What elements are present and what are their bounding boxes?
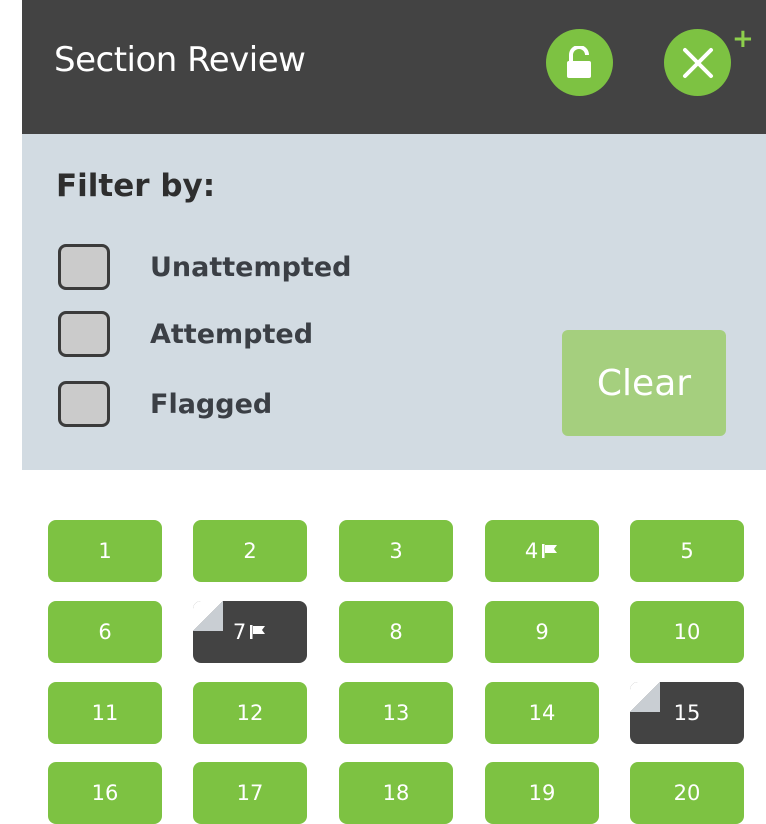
question-number: 10	[673, 620, 701, 644]
filter-unattempted[interactable]: Unattempted	[58, 244, 352, 290]
clear-button[interactable]: Clear	[562, 330, 726, 436]
question-button-1[interactable]: 1	[48, 520, 162, 582]
question-button-13[interactable]: 13	[339, 682, 453, 744]
filter-label-flagged: Flagged	[150, 388, 273, 420]
checkbox-flagged[interactable]	[58, 381, 110, 427]
question-button-11[interactable]: 11	[48, 682, 162, 744]
question-button-12[interactable]: 12	[193, 682, 307, 744]
question-number: 6	[98, 620, 112, 644]
close-icon	[682, 47, 713, 78]
unlock-icon	[566, 45, 591, 78]
panel-header: Section Review +	[22, 0, 766, 134]
filter-title: Filter by:	[56, 168, 216, 204]
question-button-9[interactable]: 9	[485, 601, 599, 663]
question-number: 12	[236, 701, 264, 725]
question-number: 7	[232, 620, 247, 644]
question-button-10[interactable]: 10	[630, 601, 744, 663]
question-number: 3	[389, 539, 403, 563]
question-number: 18	[382, 781, 410, 805]
question-button-3[interactable]: 3	[339, 520, 453, 582]
question-number: 17	[236, 781, 264, 805]
question-number: 9	[535, 620, 549, 644]
question-button-16[interactable]: 16	[48, 762, 162, 824]
checkbox-attempted[interactable]	[58, 311, 110, 357]
question-number: 19	[528, 781, 556, 805]
question-button-4[interactable]: 4	[485, 520, 599, 582]
plus-icon: +	[732, 24, 754, 54]
question-button-6[interactable]: 6	[48, 601, 162, 663]
question-number: 20	[673, 781, 701, 805]
question-number: 4	[524, 539, 539, 563]
question-button-15[interactable]: 15	[630, 682, 744, 744]
question-number: 16	[91, 781, 119, 805]
question-number: 8	[389, 620, 403, 644]
question-button-20[interactable]: 20	[630, 762, 744, 824]
close-button[interactable]	[664, 29, 731, 96]
filter-flagged[interactable]: Flagged	[58, 381, 273, 427]
unlock-button[interactable]	[546, 29, 613, 96]
unattempted-corner-fold	[193, 601, 223, 631]
filter-label-unattempted: Unattempted	[150, 251, 352, 283]
panel-title: Section Review	[54, 40, 306, 80]
question-number: 5	[680, 539, 694, 563]
question-button-17[interactable]: 17	[193, 762, 307, 824]
question-button-5[interactable]: 5	[630, 520, 744, 582]
question-number: 11	[91, 701, 119, 725]
filter-label-attempted: Attempted	[150, 318, 314, 350]
filter-attempted[interactable]: Attempted	[58, 311, 314, 357]
unattempted-corner-fold	[630, 682, 660, 712]
question-number: 1	[98, 539, 112, 563]
question-number: 14	[528, 701, 556, 725]
filter-panel: Filter by: Unattempted Attempted Flagged…	[22, 134, 766, 470]
question-number: 13	[382, 701, 410, 725]
question-button-8[interactable]: 8	[339, 601, 453, 663]
checkbox-unattempted[interactable]	[58, 244, 110, 290]
section-review-panel: Section Review + Filter by: Unattempted …	[22, 0, 766, 824]
question-number: 2	[243, 539, 257, 563]
flag-icon	[250, 625, 266, 639]
question-button-14[interactable]: 14	[485, 682, 599, 744]
question-button-2[interactable]: 2	[193, 520, 307, 582]
question-button-19[interactable]: 19	[485, 762, 599, 824]
question-button-18[interactable]: 18	[339, 762, 453, 824]
question-button-7[interactable]: 7	[193, 601, 307, 663]
question-number: 15	[673, 701, 701, 725]
flag-icon	[542, 544, 558, 558]
